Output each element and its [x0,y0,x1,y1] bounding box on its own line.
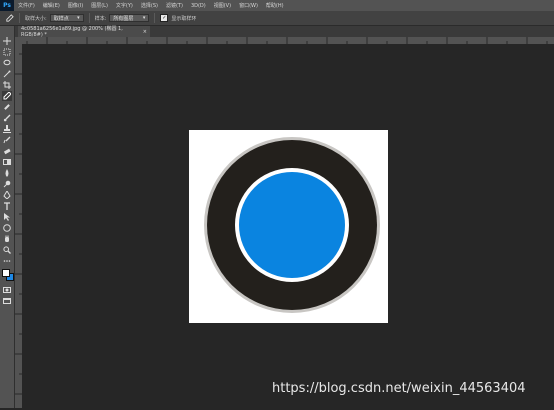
sample-value: 所有图层 [113,15,134,22]
move-icon[interactable] [2,36,12,46]
ellipse-tool-icon[interactable] [2,223,12,233]
menu-bar: Ps 文件(F) 编辑(E) 图像(I) 图层(L) 文字(Y) 选择(S) 滤… [0,0,554,11]
lasso-icon[interactable] [2,58,12,68]
sample-size-select[interactable]: 取样点 ▾ [49,14,84,22]
crop-icon[interactable] [2,80,12,90]
sample-size-value: 取样点 [53,15,69,22]
options-bar: 取样大小: 取样点 ▾ 样本: 所有图层 ▾ ✓ 显示取样环 [0,11,554,26]
show-ring-label: 显示取样环 [171,15,197,22]
chevron-down-icon: ▾ [77,15,80,21]
divider [154,13,156,23]
eyedropper-icon[interactable] [2,91,12,101]
document-tab-bar: 4c0581a6256e1a89.jpg @ 200% (椭圆 1, RGB/8… [15,26,554,38]
watermark-text: https://blog.csdn.net/weixin_44563404 [272,381,526,396]
menu-file[interactable]: 文件(F) [18,2,35,9]
dodge-icon[interactable] [2,179,12,189]
divider [19,13,20,23]
menu-window[interactable]: 窗口(W) [239,2,258,9]
history-brush-icon[interactable] [2,135,12,145]
zoom-icon[interactable] [2,245,12,255]
chevron-down-icon: ▾ [142,15,146,21]
eraser-icon[interactable] [2,146,12,156]
more-tools-icon[interactable] [2,256,12,266]
healing-brush-icon[interactable] [2,102,12,112]
screen-mode-icon[interactable] [2,296,12,306]
tools-panel [0,26,15,408]
menu-help[interactable]: 帮助(H) [266,2,284,9]
horizontal-ruler-ticks [26,37,548,44]
menu-type[interactable]: 文字(Y) [116,2,133,9]
blur-icon[interactable] [2,168,12,178]
close-icon[interactable]: × [143,29,147,35]
eyedropper-icon[interactable] [4,13,14,23]
sample-select[interactable]: 所有图层 ▾ [109,14,150,22]
menu-3d[interactable]: 3D(D) [191,3,206,9]
foreground-color-fill [3,270,9,276]
hand-icon[interactable] [2,234,12,244]
sample-label: 样本: [94,15,107,22]
menu-image[interactable]: 图像(I) [68,2,83,9]
horizontal-ruler[interactable] [22,37,554,44]
show-ring-checkbox[interactable]: ✓ [160,14,169,22]
ruler-corner [15,37,22,44]
divider [88,13,90,23]
pen-icon[interactable] [2,190,12,200]
menu-layer[interactable]: 图层(L) [91,2,108,9]
document-canvas[interactable] [189,130,388,323]
ring-graphic [204,137,380,313]
magic-wand-icon[interactable] [2,69,12,79]
ps-logo[interactable]: Ps [0,0,14,11]
blue-disc [239,172,345,278]
vertical-ruler-ticks [15,53,22,395]
clone-stamp-icon[interactable] [2,124,12,134]
sample-size-label: 取样大小: [25,15,47,22]
marquee-icon[interactable] [2,47,12,57]
vertical-ruler[interactable] [15,44,22,408]
document-tab[interactable]: 4c0581a6256e1a89.jpg @ 200% (椭圆 1, RGB/8… [18,26,150,38]
menu-edit[interactable]: 编辑(E) [43,2,60,9]
quick-mask-icon[interactable] [2,285,12,295]
path-select-icon[interactable] [2,212,12,222]
type-icon[interactable] [2,201,12,211]
brush-icon[interactable] [2,113,12,123]
menu-select[interactable]: 选择(S) [141,2,158,9]
menu-view[interactable]: 视图(V) [214,2,231,9]
menu-filter[interactable]: 滤镜(T) [166,2,183,9]
gradient-icon[interactable] [2,157,12,167]
foreground-color-swatch[interactable] [2,269,10,277]
